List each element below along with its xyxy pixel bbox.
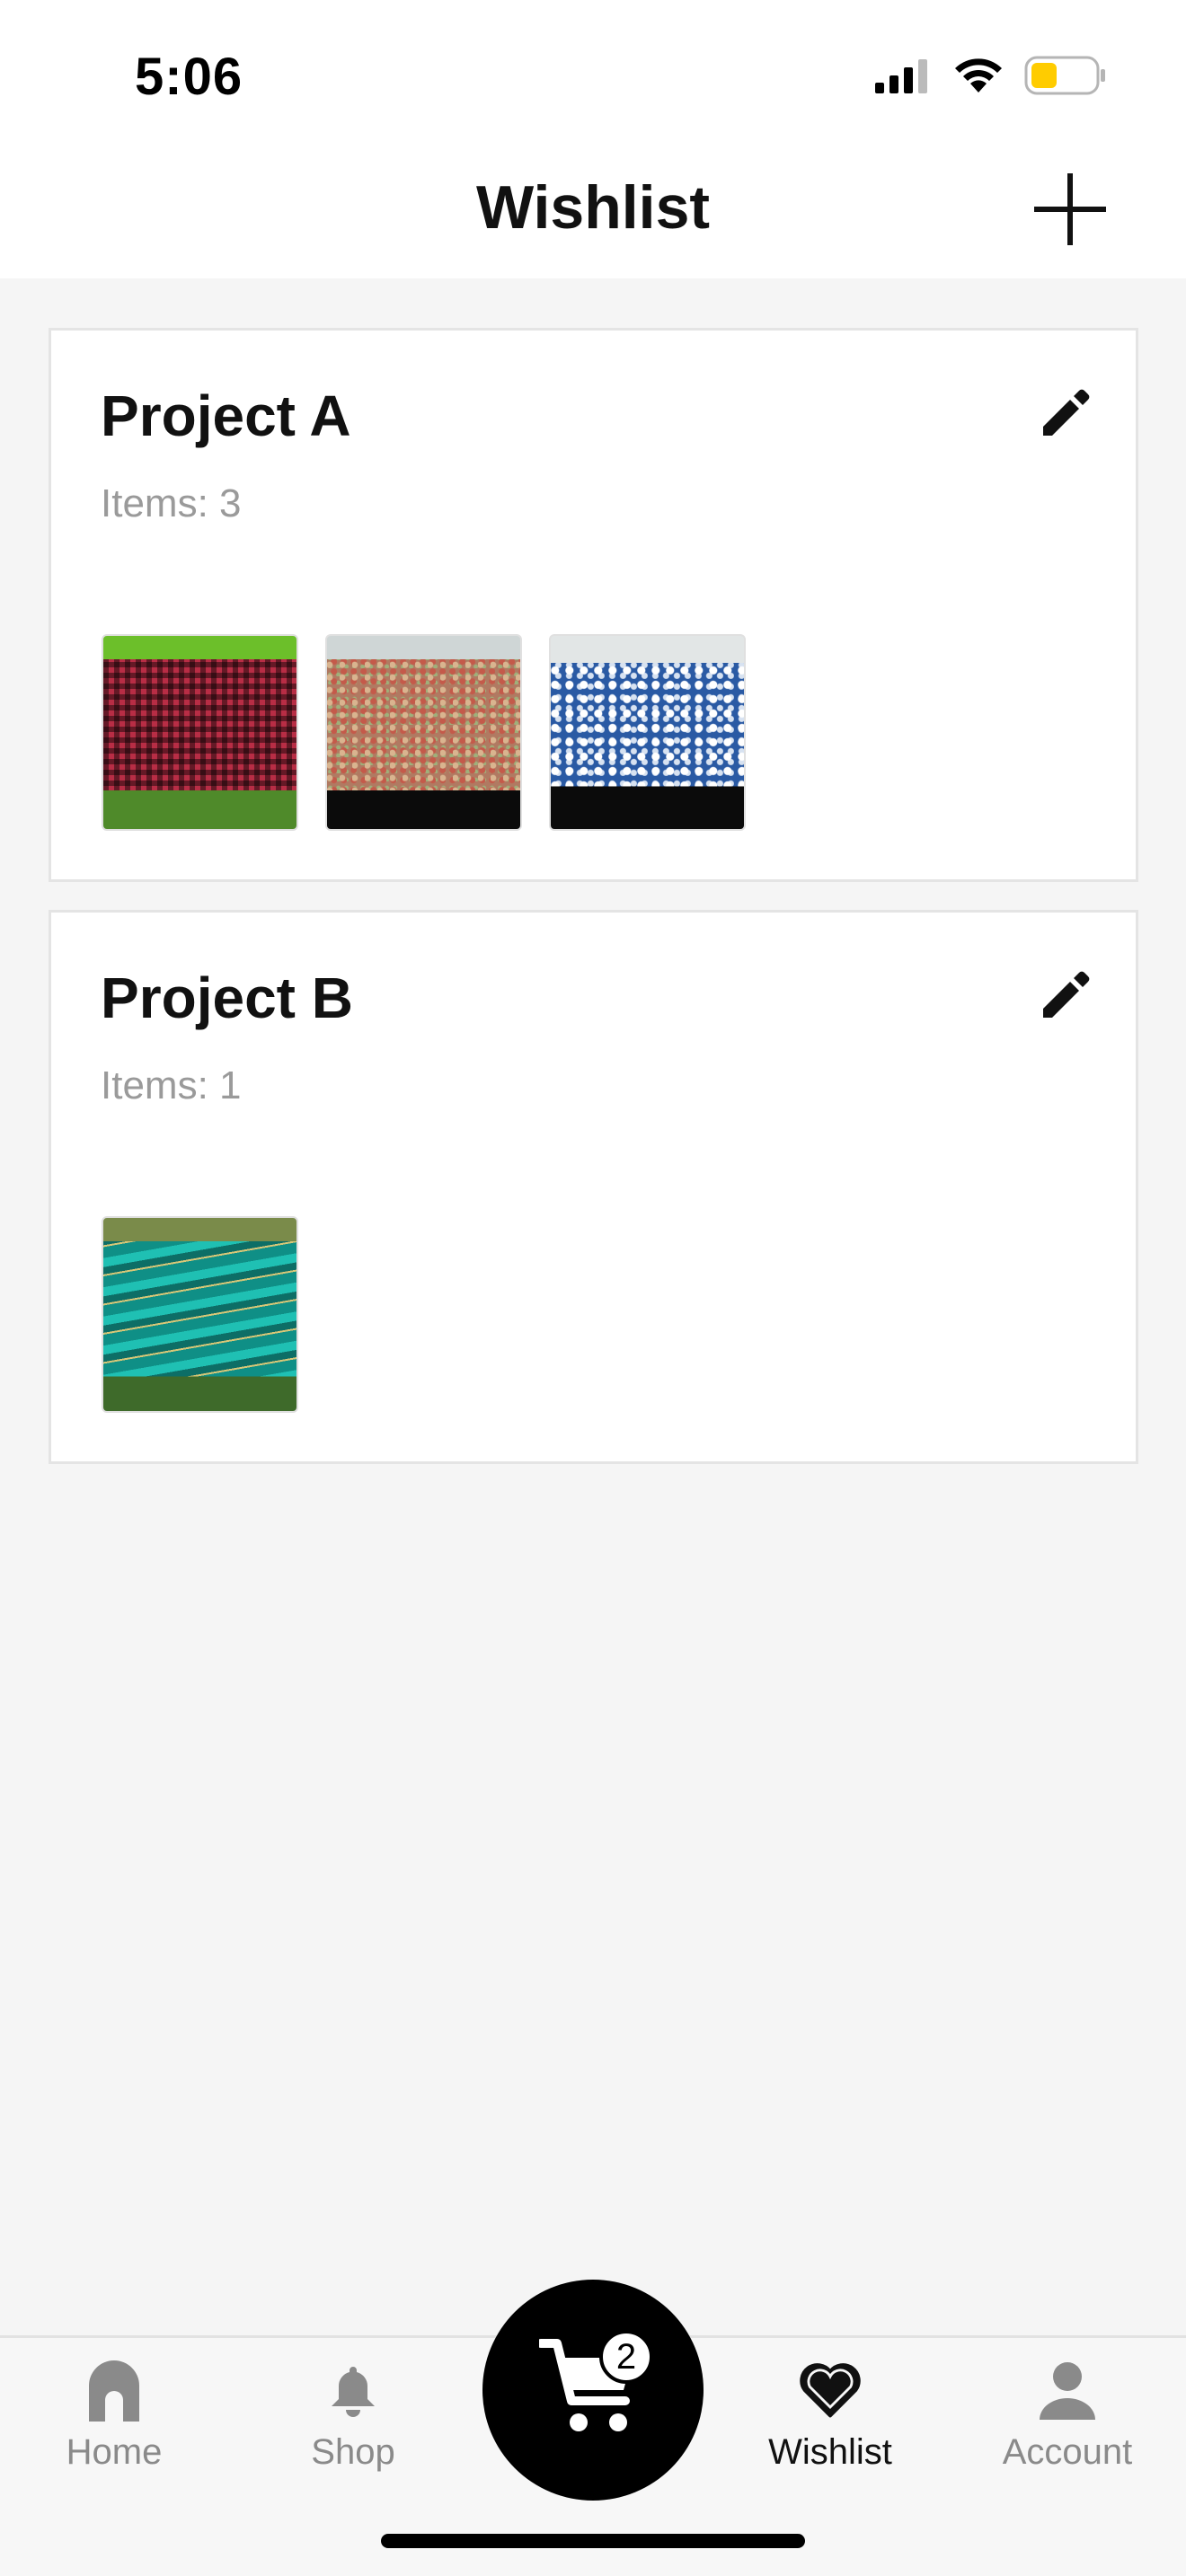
project-card[interactable]: Project B Items: 1 [49, 910, 1138, 1464]
tab-home-label: Home [66, 2432, 163, 2472]
project-card[interactable]: Project A Items: 3 [49, 328, 1138, 882]
status-time: 5:06 [135, 48, 243, 106]
project-thumbnails [102, 1216, 298, 1413]
status-icons [875, 56, 1107, 100]
edit-project-button[interactable] [1033, 384, 1096, 447]
fabric-thumbnail[interactable] [549, 634, 746, 831]
project-thumbnails [102, 634, 746, 831]
pencil-icon [1038, 969, 1092, 1028]
project-item-count: Items: 3 [101, 481, 242, 525]
user-icon [1035, 2359, 1100, 2423]
tab-shop-label: Shop [311, 2432, 395, 2472]
tab-account[interactable]: Account [978, 2351, 1157, 2486]
add-project-button[interactable] [1030, 171, 1111, 251]
pencil-icon [1038, 387, 1092, 446]
page-title: Wishlist [475, 173, 711, 242]
cellular-signal-icon [875, 57, 933, 98]
cart-count-badge: 2 [599, 2330, 653, 2384]
project-item-count: Items: 1 [101, 1063, 242, 1107]
tab-home[interactable]: Home [24, 2351, 204, 2486]
plus-icon [1032, 172, 1108, 251]
home-icon [82, 2359, 146, 2423]
fabric-thumbnail[interactable] [102, 1216, 298, 1413]
tab-wishlist-label: Wishlist [768, 2432, 892, 2472]
fabric-thumbnail[interactable] [325, 634, 522, 831]
project-title: Project B [101, 966, 353, 1030]
tab-account-label: Account [1002, 2432, 1133, 2472]
tab-shop[interactable]: Shop [263, 2351, 443, 2486]
tab-wishlist[interactable]: Wishlist [740, 2351, 920, 2486]
cart-button[interactable]: 2 [482, 2280, 704, 2501]
wifi-icon [952, 57, 1005, 99]
edit-project-button[interactable] [1033, 966, 1096, 1029]
battery-icon [1024, 56, 1107, 100]
fabric-thumbnail[interactable] [102, 634, 298, 831]
bell-icon [321, 2359, 385, 2423]
heart-icon [798, 2359, 863, 2423]
home-indicator [381, 2534, 805, 2548]
project-title: Project A [101, 384, 351, 448]
